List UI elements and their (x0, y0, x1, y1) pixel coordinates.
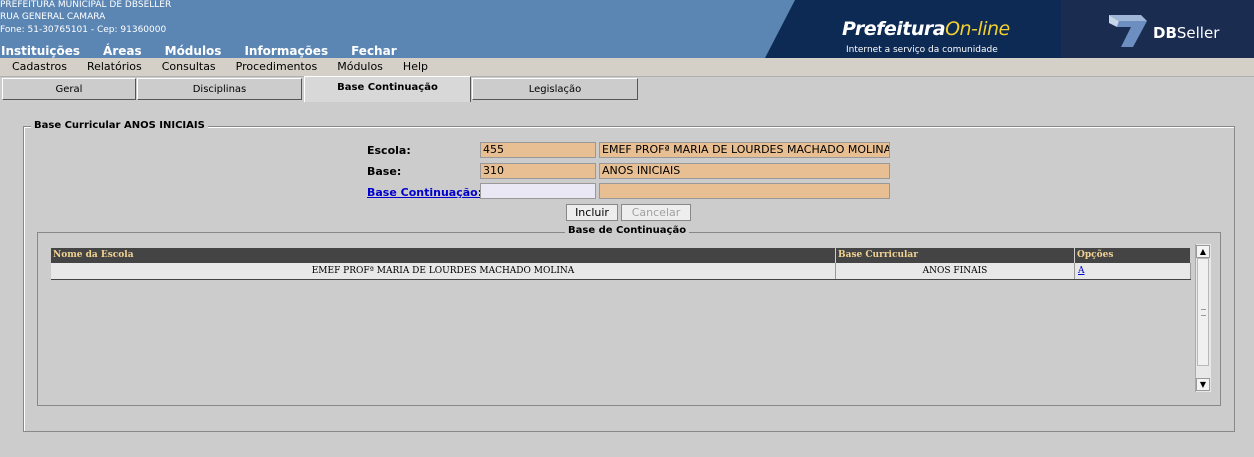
scroll-down-icon[interactable]: ▼ (1196, 378, 1210, 391)
base-label: Base: (367, 165, 402, 178)
tab-geral[interactable]: Geral (2, 78, 136, 100)
escola-label: Escola: (367, 144, 411, 157)
incluir-button[interactable]: Incluir (566, 204, 618, 221)
escola-code-field[interactable]: 455 (480, 142, 596, 158)
menu-help[interactable]: Help (403, 58, 428, 76)
grid-header: Nome da Escola Base Curricular Opções (51, 248, 1191, 263)
base-curricular-legend: Base Curricular ANOS INICIAIS (31, 120, 208, 131)
menu-consultas[interactable]: Consultas (162, 58, 216, 76)
dbseller-wordmark: DBSeller (1153, 24, 1220, 42)
cell-opcao-link[interactable]: A (1075, 263, 1191, 279)
base-continuacao-link[interactable]: Base Continuação: (367, 186, 482, 199)
cancelar-button[interactable]: Cancelar (621, 204, 691, 221)
menu-modulos[interactable]: Módulos (337, 58, 383, 76)
base-continuacao-legend: Base de Continuação (565, 225, 690, 236)
cell-nome-escola: EMEF PROFª MARIA DE LOURDES MACHADO MOLI… (51, 263, 836, 279)
tab-legislacao[interactable]: Legislação (472, 78, 638, 100)
org-name: PREFEITURA MUNICIPAL DE DBSELLER (0, 0, 172, 10)
top-menu-informacoes[interactable]: Informações (244, 44, 328, 58)
base-code-field[interactable]: 310 (480, 163, 596, 179)
tab-base-continuacao[interactable]: Base Continuação (304, 76, 471, 102)
org-address: RUA GENERAL CAMARA (0, 12, 106, 22)
top-menu-areas[interactable]: Áreas (103, 44, 142, 58)
cell-base-curricular: ANOS FINAIS (836, 263, 1075, 279)
base-continuacao-name-field[interactable] (599, 183, 890, 199)
col-header-nome-escola: Nome da Escola (51, 248, 836, 263)
prefeitura-online-logo: PrefeituraOn-line (842, 18, 1010, 40)
col-header-opcoes: Opções (1075, 248, 1191, 263)
base-name-field[interactable]: ANOS INICIAIS (599, 163, 890, 179)
menu-procedimentos[interactable]: Procedimentos (236, 58, 318, 76)
dbseller-logo-icon (1109, 15, 1147, 47)
grid-scrollbar[interactable]: ▲ ▼ (1195, 244, 1211, 392)
top-menu-modulos[interactable]: Módulos (165, 44, 222, 58)
top-menu-fechar[interactable]: Fechar (351, 44, 397, 58)
scroll-up-icon[interactable]: ▲ (1196, 245, 1210, 258)
menu-cadastros[interactable]: Cadastros (12, 58, 67, 76)
top-menu-instituicoes[interactable]: Instituições (1, 44, 80, 58)
menu-relatorios[interactable]: Relatórios (87, 58, 142, 76)
menubar: Cadastros Relatórios Consultas Procedime… (0, 58, 1254, 77)
table-row: EMEF PROFª MARIA DE LOURDES MACHADO MOLI… (51, 263, 1191, 280)
brand-tagline: Internet a serviço da comunidade (846, 45, 998, 55)
scroll-thumb[interactable] (1197, 258, 1209, 366)
top-menu: Instituições Áreas Módulos Informações F… (1, 44, 420, 58)
col-header-base-curricular: Base Curricular (836, 248, 1075, 263)
escola-name-field[interactable]: EMEF PROFª MARIA DE LOURDES MACHADO MOLI… (599, 142, 890, 158)
tab-disciplinas[interactable]: Disciplinas (137, 78, 302, 100)
base-continuacao-code-input[interactable] (480, 183, 596, 199)
org-contact: Fone: 51-30765101 - Cep: 91360000 (0, 25, 167, 35)
